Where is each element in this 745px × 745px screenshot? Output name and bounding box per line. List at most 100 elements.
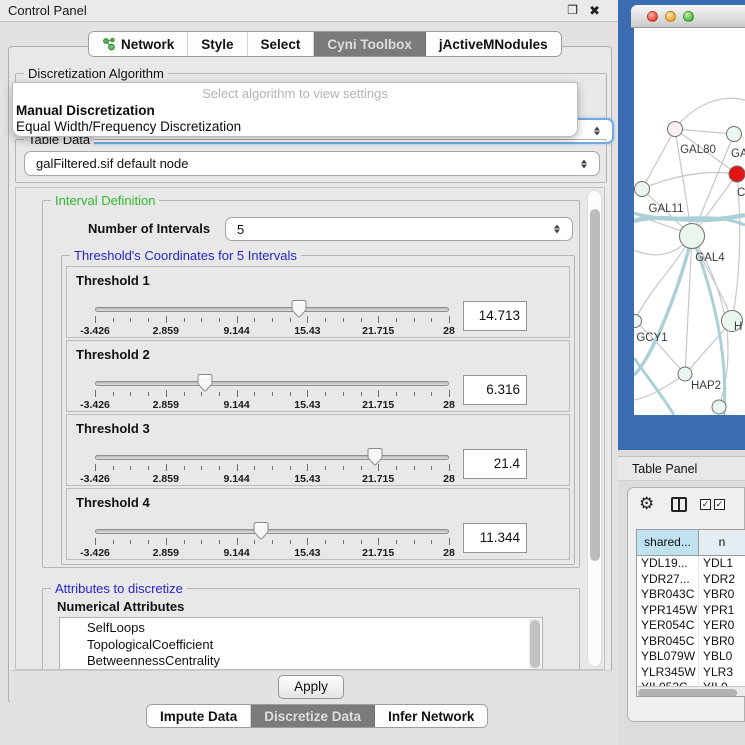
node-gal4: [680, 224, 705, 249]
slider-tick: [307, 390, 308, 397]
slider-tick: [130, 466, 131, 470]
threshold-slider[interactable]: [95, 455, 449, 460]
network-canvas[interactable]: GAL80 GA GAL11 C GAL4 GCY1 H HAP2: [634, 28, 745, 415]
tab-infer-network[interactable]: Infer Network: [375, 705, 487, 727]
apply-strip: Apply: [10, 670, 612, 703]
table-cell-name[interactable]: YBL0: [699, 649, 745, 665]
table-row[interactable]: YBL079WYBL0: [637, 649, 745, 665]
close-traffic-light-icon[interactable]: [647, 11, 658, 22]
column-header-shared[interactable]: shared...: [637, 530, 699, 555]
slider-track[interactable]: [95, 455, 449, 460]
table-hscrollbar[interactable]: [637, 686, 745, 697]
table-cell-shared[interactable]: YDL19...: [637, 556, 699, 572]
tab-cyni-toolbox[interactable]: Cyni Toolbox: [314, 32, 426, 56]
threshold-value-field[interactable]: 21.4: [463, 449, 527, 479]
tab-impute-data-label: Impute Data: [160, 709, 237, 724]
option-manual-discretization[interactable]: Manual Discretization: [16, 103, 155, 118]
attribute-item[interactable]: BetweennessCentrality: [60, 653, 542, 670]
slider-tick: [148, 392, 149, 396]
slider-tick: [237, 390, 238, 397]
close-icon[interactable]: ✖: [589, 3, 600, 19]
slider-tick: [414, 466, 415, 470]
gear-icon[interactable]: ⚙: [639, 494, 654, 514]
attribute-item[interactable]: SelfLoops: [60, 620, 542, 637]
node-gal80: [668, 122, 683, 137]
slider-track[interactable]: [95, 529, 449, 534]
table-cell-shared[interactable]: YBL079W: [637, 649, 699, 665]
threshold-slider[interactable]: [95, 529, 449, 534]
panel-scrollbar-thumb[interactable]: [590, 209, 600, 561]
slider-tick: [325, 318, 326, 322]
table-cell-shared[interactable]: YBR045C: [637, 634, 699, 650]
option-equal-width-frequency[interactable]: Equal Width/Frequency Discretization: [16, 119, 241, 134]
tab-style[interactable]: Style: [188, 32, 247, 56]
threshold-slider[interactable]: [95, 307, 449, 312]
table-cell-name[interactable]: YDL1: [699, 556, 745, 572]
column-header-name[interactable]: n: [699, 530, 745, 555]
float-window-icon[interactable]: ❐: [567, 3, 578, 17]
top-tab-bar: Network Style Select Cyni Toolbox jActiv…: [88, 31, 562, 57]
tab-discretize-data[interactable]: Discretize Data: [251, 705, 375, 727]
table-cell-shared[interactable]: YPR145W: [637, 603, 699, 619]
attribute-item[interactable]: TopologicalCoefficient: [60, 637, 542, 654]
table-cell-name[interactable]: YLR3: [699, 665, 745, 681]
table-cell-name[interactable]: YDR2: [699, 572, 745, 588]
table-cell-shared[interactable]: YBR043C: [637, 587, 699, 603]
columns-icon[interactable]: [671, 497, 687, 512]
slider-tick: [237, 464, 238, 471]
combo-stepper-icon: [594, 127, 600, 136]
checkbox-icon[interactable]: ✓: [700, 499, 711, 510]
apply-button[interactable]: Apply: [278, 675, 344, 699]
combo-stepper-icon: [554, 225, 560, 234]
tab-network[interactable]: Network: [89, 32, 188, 56]
tab-impute-data[interactable]: Impute Data: [147, 705, 251, 727]
tab-select[interactable]: Select: [248, 32, 315, 56]
table-row[interactable]: YBR043CYBR0: [637, 587, 745, 603]
checkbox-icon[interactable]: ✓: [714, 499, 725, 510]
slider-track[interactable]: [95, 381, 449, 386]
table-row[interactable]: YDL19...YDL1: [637, 556, 745, 572]
control-panel: Control Panel ❐ ✖ Network Style Select C…: [0, 0, 618, 745]
slider-tick: [325, 466, 326, 470]
slider-track[interactable]: [95, 307, 449, 312]
zoom-traffic-light-icon[interactable]: [683, 11, 694, 22]
slider-tick: [396, 392, 397, 396]
network-window-titlebar[interactable]: [631, 5, 745, 28]
threshold-label: Threshold 4: [76, 495, 150, 510]
slider-tick-label: 28: [443, 473, 455, 485]
table-row[interactable]: YPR145WYPR1: [637, 603, 745, 619]
table-row[interactable]: YDR27...YDR2: [637, 572, 745, 588]
attributes-scrollbar[interactable]: [529, 619, 541, 669]
algorithm-group-title: Discretization Algorithm: [24, 66, 168, 81]
threshold-value-field[interactable]: 6.316: [463, 375, 527, 405]
numerical-attributes-list[interactable]: SelfLoopsTopologicalCoefficientBetweenne…: [59, 617, 543, 670]
threshold-value-field[interactable]: 14.713: [463, 301, 527, 331]
threshold-slider[interactable]: [95, 381, 449, 386]
table-cell-shared[interactable]: YER054C: [637, 618, 699, 634]
table-data-combobox[interactable]: galFiltered.sif default node: [24, 151, 600, 176]
threshold-box: Threshold 1 -3.4262.8599.14415.4321.7152…: [66, 266, 570, 338]
number-of-intervals-value: 5: [237, 222, 244, 237]
slider-tick-label: 21.715: [362, 399, 394, 411]
slider-tick: [343, 466, 344, 470]
thresholds-group-title: Threshold's Coordinates for 5 Intervals: [70, 248, 301, 263]
slider-tick-label: 2.859: [153, 399, 179, 411]
table-cell-name[interactable]: YBR0: [699, 587, 745, 603]
table-cell-shared[interactable]: YDR27...: [637, 572, 699, 588]
slider-ticks: [95, 538, 449, 546]
table-cell-name[interactable]: YBR0: [699, 634, 745, 650]
table-cell-name[interactable]: YPR1: [699, 603, 745, 619]
minimize-traffic-light-icon[interactable]: [665, 11, 676, 22]
table-row[interactable]: YER054CYER0: [637, 618, 745, 634]
node-table[interactable]: shared... n YDL19...YDL1YDR27...YDR2YBR0…: [636, 529, 745, 697]
table-row[interactable]: YLR345WYLR3: [637, 665, 745, 681]
node-hap2: [678, 367, 692, 381]
table-cell-name[interactable]: YER0: [699, 618, 745, 634]
table-row[interactable]: YBR045CYBR0: [637, 634, 745, 650]
table-cell-shared[interactable]: YLR345W: [637, 665, 699, 681]
panel-scrollbar[interactable]: [587, 190, 602, 667]
slider-tick: [272, 392, 273, 396]
tab-jactivemnodules[interactable]: jActiveMNodules: [426, 32, 561, 56]
threshold-value-field[interactable]: 11.344: [463, 523, 527, 553]
number-of-intervals-combobox[interactable]: 5: [225, 217, 573, 241]
